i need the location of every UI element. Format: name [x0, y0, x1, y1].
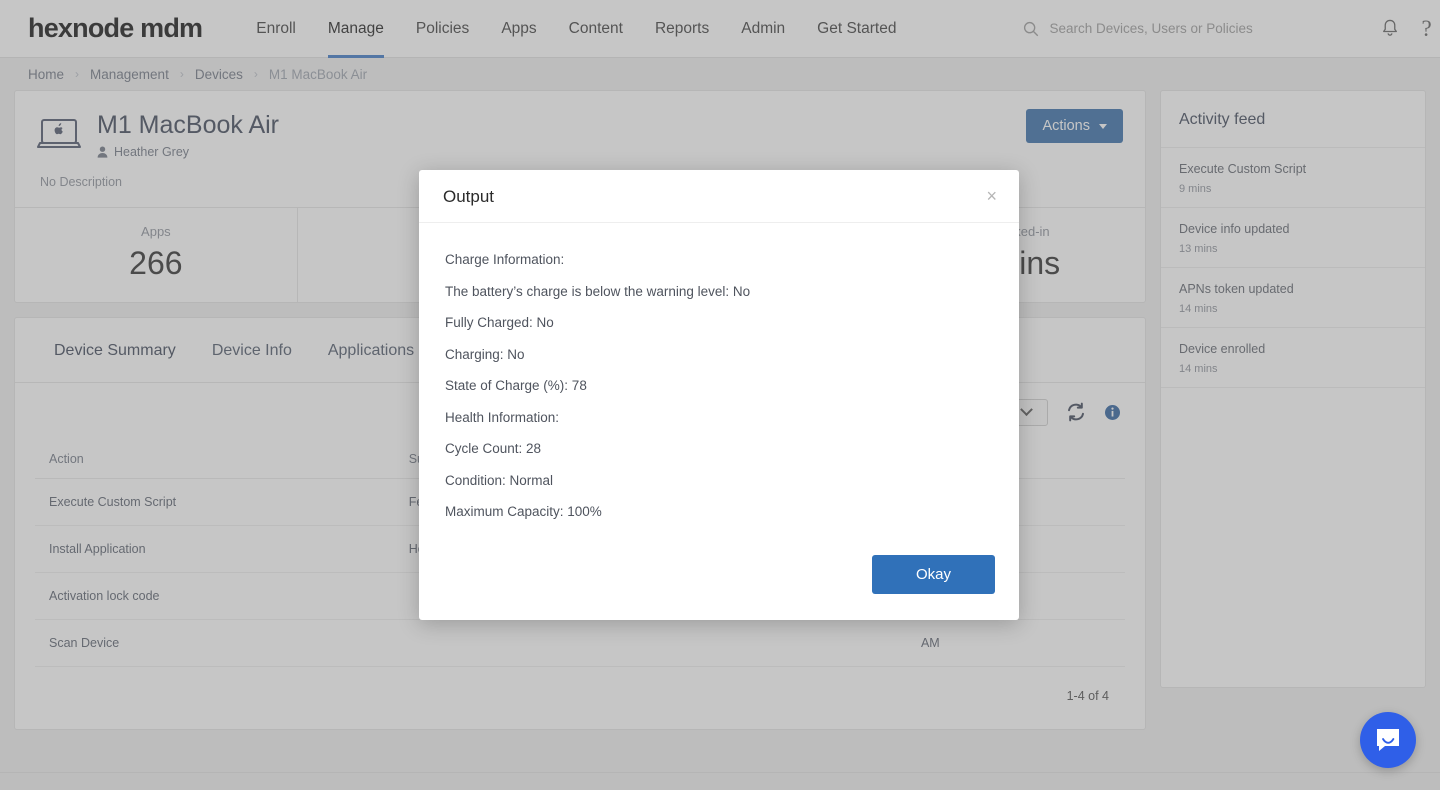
output-line: Cycle Count: 28 — [445, 441, 542, 456]
output-line: The battery’s charge is below the warnin… — [445, 283, 751, 299]
output-line-faded — [445, 537, 995, 551]
output-line: Health Information: — [445, 409, 560, 425]
output-line: Fully Charged: No — [445, 315, 554, 330]
modal-footer: Okay — [419, 555, 1019, 620]
close-icon[interactable]: × — [986, 187, 997, 205]
chat-bubble-icon — [1377, 729, 1399, 751]
okay-button[interactable]: Okay — [871, 555, 995, 594]
modal-title: Output — [443, 187, 495, 206]
output-line: Maximum Capacity: 100% — [445, 504, 602, 519]
output-modal: Output × Charge Information: The battery… — [419, 170, 1019, 620]
modal-header: Output × — [419, 170, 1019, 223]
chat-bubble-button[interactable] — [1360, 712, 1416, 768]
output-line: Charging: No — [445, 346, 525, 362]
output-line: State of Charge (%): 78 — [445, 378, 587, 393]
output-line: Condition: Normal — [445, 472, 554, 488]
output-line: Charge Information: — [445, 252, 565, 267]
modal-body: Charge Information: The battery’s charge… — [419, 223, 1019, 555]
